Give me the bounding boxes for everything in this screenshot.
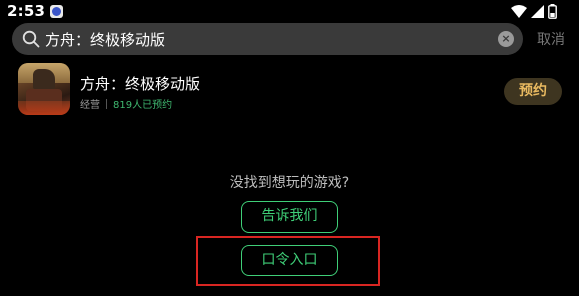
signal-icon [531,4,544,18]
reserve-count: 819人已预约 [113,100,173,111]
battery-icon [548,3,557,19]
game-meta: 经营 819人已预约 [80,96,172,111]
search-input[interactable] [45,28,485,50]
empty-state-prompt: 没找到想玩的游戏? [229,175,350,191]
cancel-button[interactable]: 取消 [537,29,565,49]
status-icons [511,3,557,19]
search-icon [22,30,40,48]
search-box[interactable]: × [12,23,523,55]
clear-icon[interactable]: × [498,31,514,47]
game-title: 方舟：终极移动版 [80,75,201,93]
wifi-icon [511,4,527,18]
search-bar: × 取消 [12,23,572,55]
game-thumbnail [18,63,70,115]
app-notification-icon [50,5,63,18]
game-category: 经营 [80,100,100,111]
password-entry-button[interactable]: 口令入口 [241,245,338,276]
status-bar: 2:53 [0,0,579,22]
reserve-button[interactable]: 预约 [504,78,562,105]
tell-us-button[interactable]: 告诉我们 [241,201,338,233]
meta-divider [106,98,107,109]
status-time: 2:53 [7,2,46,20]
search-result-item[interactable]: 方舟：终极移动版 经营 819人已预约 预约 [0,63,579,123]
